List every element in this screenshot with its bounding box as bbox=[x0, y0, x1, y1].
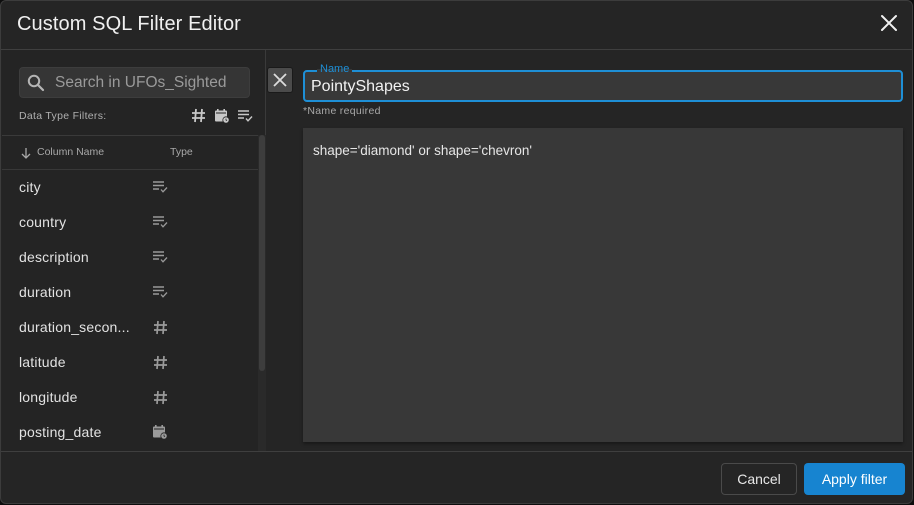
close-icon bbox=[273, 73, 287, 87]
column-name: city bbox=[19, 179, 41, 195]
column-name: duration bbox=[19, 284, 72, 300]
clear-button[interactable] bbox=[267, 67, 293, 93]
column-list-item[interactable]: duration bbox=[2, 275, 258, 310]
column-name: latitude bbox=[19, 354, 66, 370]
column-list-item[interactable]: country bbox=[2, 205, 258, 240]
dialog-header: Custom SQL Filter Editor bbox=[1, 1, 912, 50]
column-list-item[interactable]: duration_secon... bbox=[2, 310, 258, 345]
column-name: duration_secon... bbox=[19, 319, 130, 335]
column-list-scrollbar[interactable] bbox=[258, 135, 266, 451]
scrollbar-thumb[interactable] bbox=[259, 135, 265, 371]
data-type-filters-label: Data Type Filters: bbox=[19, 110, 107, 122]
calendar-clock-icon bbox=[153, 425, 168, 440]
custom-sql-filter-dialog: Custom SQL Filter Editor Search in UFOs_… bbox=[0, 0, 913, 504]
hash-icon bbox=[153, 320, 167, 334]
text-check-icon bbox=[153, 216, 168, 228]
column-name: country bbox=[19, 214, 67, 230]
search-placeholder: Search in UFOs_Sighted bbox=[55, 74, 227, 91]
text-check-icon bbox=[237, 109, 253, 122]
column-type bbox=[152, 424, 168, 440]
dialog-footer: Cancel Apply filter bbox=[1, 451, 912, 503]
column-name: longitude bbox=[19, 389, 78, 405]
column-browser-panel: Search in UFOs_Sighted Data Type Filters… bbox=[2, 50, 266, 451]
arrow-down-icon[interactable] bbox=[20, 147, 32, 159]
hash-icon bbox=[153, 390, 167, 404]
filter-date-button[interactable] bbox=[213, 107, 230, 124]
column-list-item[interactable]: posting_date bbox=[2, 415, 258, 450]
column-name-header[interactable]: Column Name bbox=[37, 146, 104, 158]
text-check-icon bbox=[153, 181, 168, 193]
name-input[interactable] bbox=[311, 76, 891, 98]
column-list-item[interactable]: latitude bbox=[2, 345, 258, 380]
column-type bbox=[152, 249, 168, 265]
calendar-clock-icon bbox=[214, 108, 230, 124]
name-required-hint: *Name required bbox=[303, 105, 381, 117]
text-check-icon bbox=[153, 251, 168, 263]
column-type bbox=[152, 214, 168, 230]
column-type bbox=[152, 354, 168, 370]
name-field-label: Name bbox=[317, 63, 353, 75]
close-button[interactable] bbox=[878, 12, 900, 34]
type-header[interactable]: Type bbox=[170, 146, 193, 158]
apply-filter-button[interactable]: Apply filter bbox=[804, 463, 905, 495]
filter-text-button[interactable] bbox=[236, 107, 253, 124]
column-name: posting_date bbox=[19, 424, 102, 440]
column-list-header: Column Name Type bbox=[2, 135, 258, 170]
data-type-filter-group bbox=[190, 107, 253, 124]
column-type bbox=[152, 319, 168, 335]
column-type bbox=[152, 284, 168, 300]
column-type bbox=[152, 179, 168, 195]
column-list-item[interactable]: description bbox=[2, 240, 258, 275]
search-icon bbox=[27, 74, 45, 92]
column-search-input[interactable]: Search in UFOs_Sighted bbox=[19, 67, 250, 98]
sql-expression-editor[interactable]: shape='diamond' or shape='chevron' bbox=[303, 128, 903, 442]
text-check-icon bbox=[153, 286, 168, 298]
cancel-button[interactable]: Cancel bbox=[721, 463, 797, 495]
hash-icon bbox=[153, 355, 167, 369]
filter-numeric-button[interactable] bbox=[190, 107, 207, 124]
column-list-item[interactable]: longitude bbox=[2, 380, 258, 415]
name-field[interactable]: Name bbox=[303, 63, 903, 102]
column-list: city country description duration duration_s… bbox=[2, 170, 258, 451]
dialog-title: Custom SQL Filter Editor bbox=[17, 13, 241, 35]
column-name: description bbox=[19, 249, 89, 265]
close-icon bbox=[881, 15, 897, 31]
hash-icon bbox=[192, 108, 205, 123]
column-type bbox=[152, 389, 168, 405]
column-list-item[interactable]: city bbox=[2, 170, 258, 205]
